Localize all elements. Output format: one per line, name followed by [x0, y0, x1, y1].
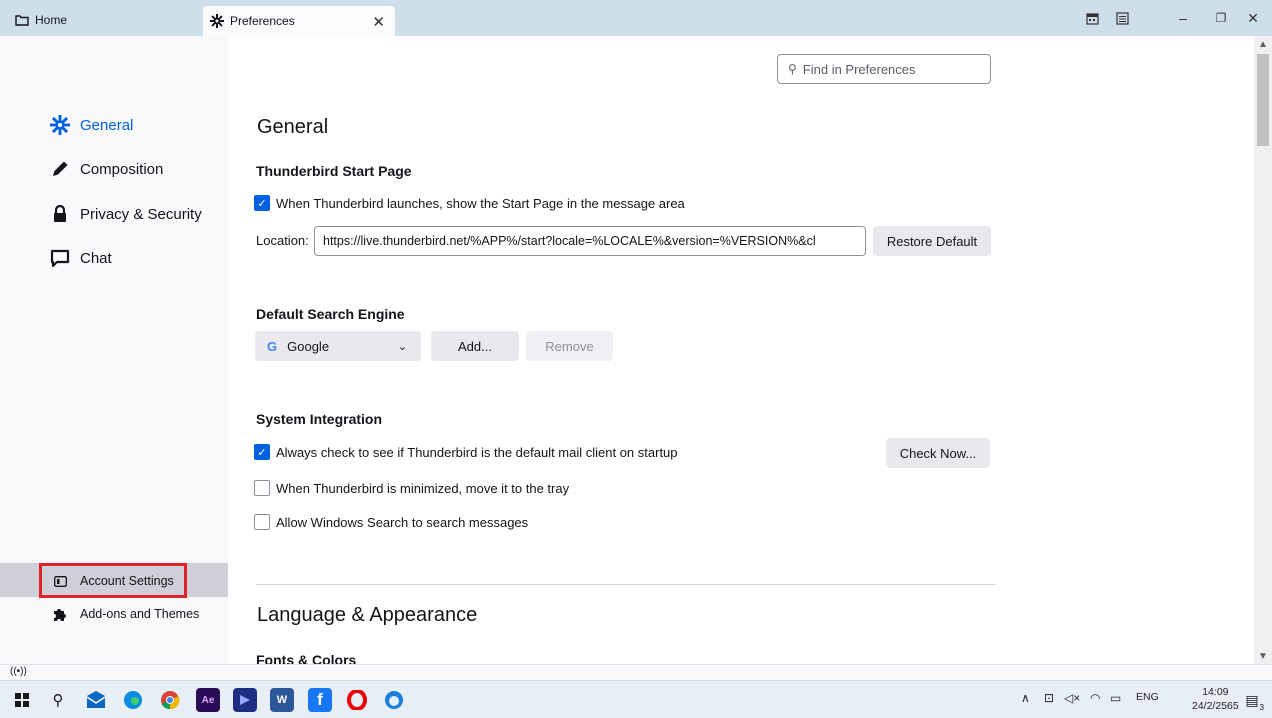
- puzzle-icon: [52, 606, 68, 622]
- highlight-box: [39, 563, 187, 598]
- search-icon: ⚲: [788, 62, 797, 76]
- facebook-icon[interactable]: f: [308, 688, 332, 712]
- tasks-icon[interactable]: [1110, 6, 1134, 30]
- sidebar-item-general[interactable]: General: [48, 110, 133, 140]
- addons-button[interactable]: Add-ons and Themes: [40, 598, 199, 630]
- mail-icon[interactable]: [84, 688, 108, 712]
- location-label: Location:: [256, 233, 309, 248]
- pencil-icon: [48, 157, 72, 181]
- windows-search-checkbox[interactable]: [254, 514, 270, 530]
- windows-search-checkbox-row[interactable]: Allow Windows Search to search messages: [254, 514, 528, 530]
- start-page-checkbox-row[interactable]: ✓ When Thunderbird launches, show the St…: [254, 195, 685, 211]
- default-client-checkbox[interactable]: ✓: [254, 444, 270, 460]
- preferences-content: ⚲ Find in Preferences General Thunderbir…: [228, 36, 1254, 664]
- search-engine-value: Google: [287, 338, 330, 354]
- online-status-icon[interactable]: ((•)): [10, 666, 27, 677]
- tray-label: When Thunderbird is minimized, move it t…: [276, 480, 570, 496]
- gear-icon: [48, 113, 72, 137]
- tab-home[interactable]: Home: [6, 4, 196, 36]
- tray-checkbox-row[interactable]: When Thunderbird is minimized, move it t…: [254, 480, 569, 496]
- notification-icon[interactable]: ▤ 3: [1240, 688, 1264, 713]
- folder-icon: [14, 12, 30, 28]
- scroll-up-icon[interactable]: ▲: [1254, 36, 1272, 52]
- search-placeholder: Find in Preferences: [802, 61, 916, 77]
- close-window-icon[interactable]: ✕: [1238, 6, 1268, 30]
- search-icon[interactable]: ⚲: [46, 688, 70, 712]
- sidebar-item-chat[interactable]: Chat: [48, 243, 112, 273]
- clock-date: 24/2/2565: [1192, 700, 1239, 712]
- chevron-down-icon: ⌄: [397, 340, 407, 353]
- media-encoder-icon[interactable]: [233, 688, 257, 712]
- sidebar-item-label: Privacy & Security: [80, 205, 202, 223]
- tray-chevron-icon[interactable]: ∧: [1021, 691, 1030, 705]
- sidebar-item-privacy[interactable]: Privacy & Security: [48, 199, 202, 229]
- word-icon[interactable]: W: [270, 688, 294, 712]
- remove-engine-button[interactable]: Remove: [526, 331, 613, 361]
- lock-icon: [48, 202, 72, 226]
- tray-checkbox[interactable]: [254, 480, 270, 496]
- restore-default-button[interactable]: Restore Default: [873, 226, 991, 256]
- search-engine-select[interactable]: G Google ⌄: [255, 331, 421, 361]
- default-client-checkbox-row[interactable]: ✓ Always check to see if Thunderbird is …: [254, 444, 678, 460]
- section-divider: [256, 584, 996, 585]
- scroll-down-icon[interactable]: ▼: [1254, 648, 1272, 664]
- wifi-icon[interactable]: ◠: [1090, 691, 1100, 705]
- sidebar-item-composition[interactable]: Composition: [48, 154, 163, 184]
- language-indicator[interactable]: ENG: [1136, 691, 1159, 703]
- clock[interactable]: 14:09 24/2/2565: [1192, 685, 1239, 713]
- search-engine-heading: Default Search Engine: [256, 306, 405, 322]
- add-engine-button[interactable]: Add...: [431, 331, 519, 361]
- status-bar: ((•)): [0, 664, 1272, 680]
- check-now-button[interactable]: Check Now...: [886, 438, 990, 468]
- minimize-icon[interactable]: –: [1168, 6, 1198, 30]
- default-client-label: Always check to see if Thunderbird is th…: [276, 444, 678, 460]
- fonts-colors-heading: Fonts & Colors: [256, 652, 357, 664]
- sidebar-item-label: Chat: [80, 249, 112, 267]
- language-appearance-title: Language & Appearance: [257, 604, 478, 626]
- start-page-checkbox-label: When Thunderbird launches, show the Star…: [276, 195, 685, 211]
- page-title: General: [257, 116, 329, 138]
- sidebar-item-label: General: [80, 116, 134, 134]
- after-effects-icon[interactable]: Ae: [196, 688, 220, 712]
- search-input[interactable]: ⚲ Find in Preferences: [777, 54, 991, 84]
- chat-icon: [48, 246, 72, 270]
- clock-time: 14:09: [1202, 686, 1229, 698]
- system-integration-heading: System Integration: [256, 411, 383, 427]
- windows-search-label: Allow Windows Search to search messages: [276, 514, 529, 530]
- tray-device-icon[interactable]: ⊡: [1044, 691, 1054, 705]
- thunderbird-icon[interactable]: [382, 688, 406, 712]
- windows-start-icon[interactable]: [10, 688, 34, 712]
- opera-icon[interactable]: [345, 688, 369, 712]
- google-icon: G: [267, 338, 278, 354]
- sidebar-item-label: Composition: [80, 160, 164, 178]
- gear-icon: [209, 13, 225, 29]
- scroll-thumb[interactable]: [1257, 54, 1269, 146]
- tab-home-label: Home: [35, 13, 68, 27]
- chrome-icon[interactable]: [158, 688, 182, 712]
- calendar-icon[interactable]: [1080, 6, 1104, 30]
- restore-icon[interactable]: ❐: [1206, 6, 1236, 30]
- start-page-checkbox[interactable]: ✓: [254, 195, 270, 211]
- tab-bar: Home Preferences ✕ – ❐ ✕: [0, 0, 1272, 36]
- edge-icon[interactable]: [121, 688, 145, 712]
- start-page-heading: Thunderbird Start Page: [256, 163, 412, 179]
- battery-icon[interactable]: ▭: [1110, 691, 1121, 705]
- close-tab-icon[interactable]: ✕: [372, 13, 385, 31]
- speaker-muted-icon[interactable]: ◁×: [1064, 691, 1080, 705]
- tab-preferences[interactable]: Preferences ✕: [203, 6, 395, 36]
- tab-preferences-label: Preferences: [230, 14, 295, 28]
- notification-count: 3: [1259, 703, 1264, 712]
- scrollbar[interactable]: ▲ ▼: [1254, 36, 1272, 664]
- location-input[interactable]: https://live.thunderbird.net/%APP%/start…: [314, 226, 866, 256]
- addons-label: Add-ons and Themes: [80, 607, 200, 621]
- windows-taskbar: ⚲ Ae W f ∧ ⊡ ◁× ◠ ▭ ENG 14:09 24/2/2565 …: [0, 680, 1272, 718]
